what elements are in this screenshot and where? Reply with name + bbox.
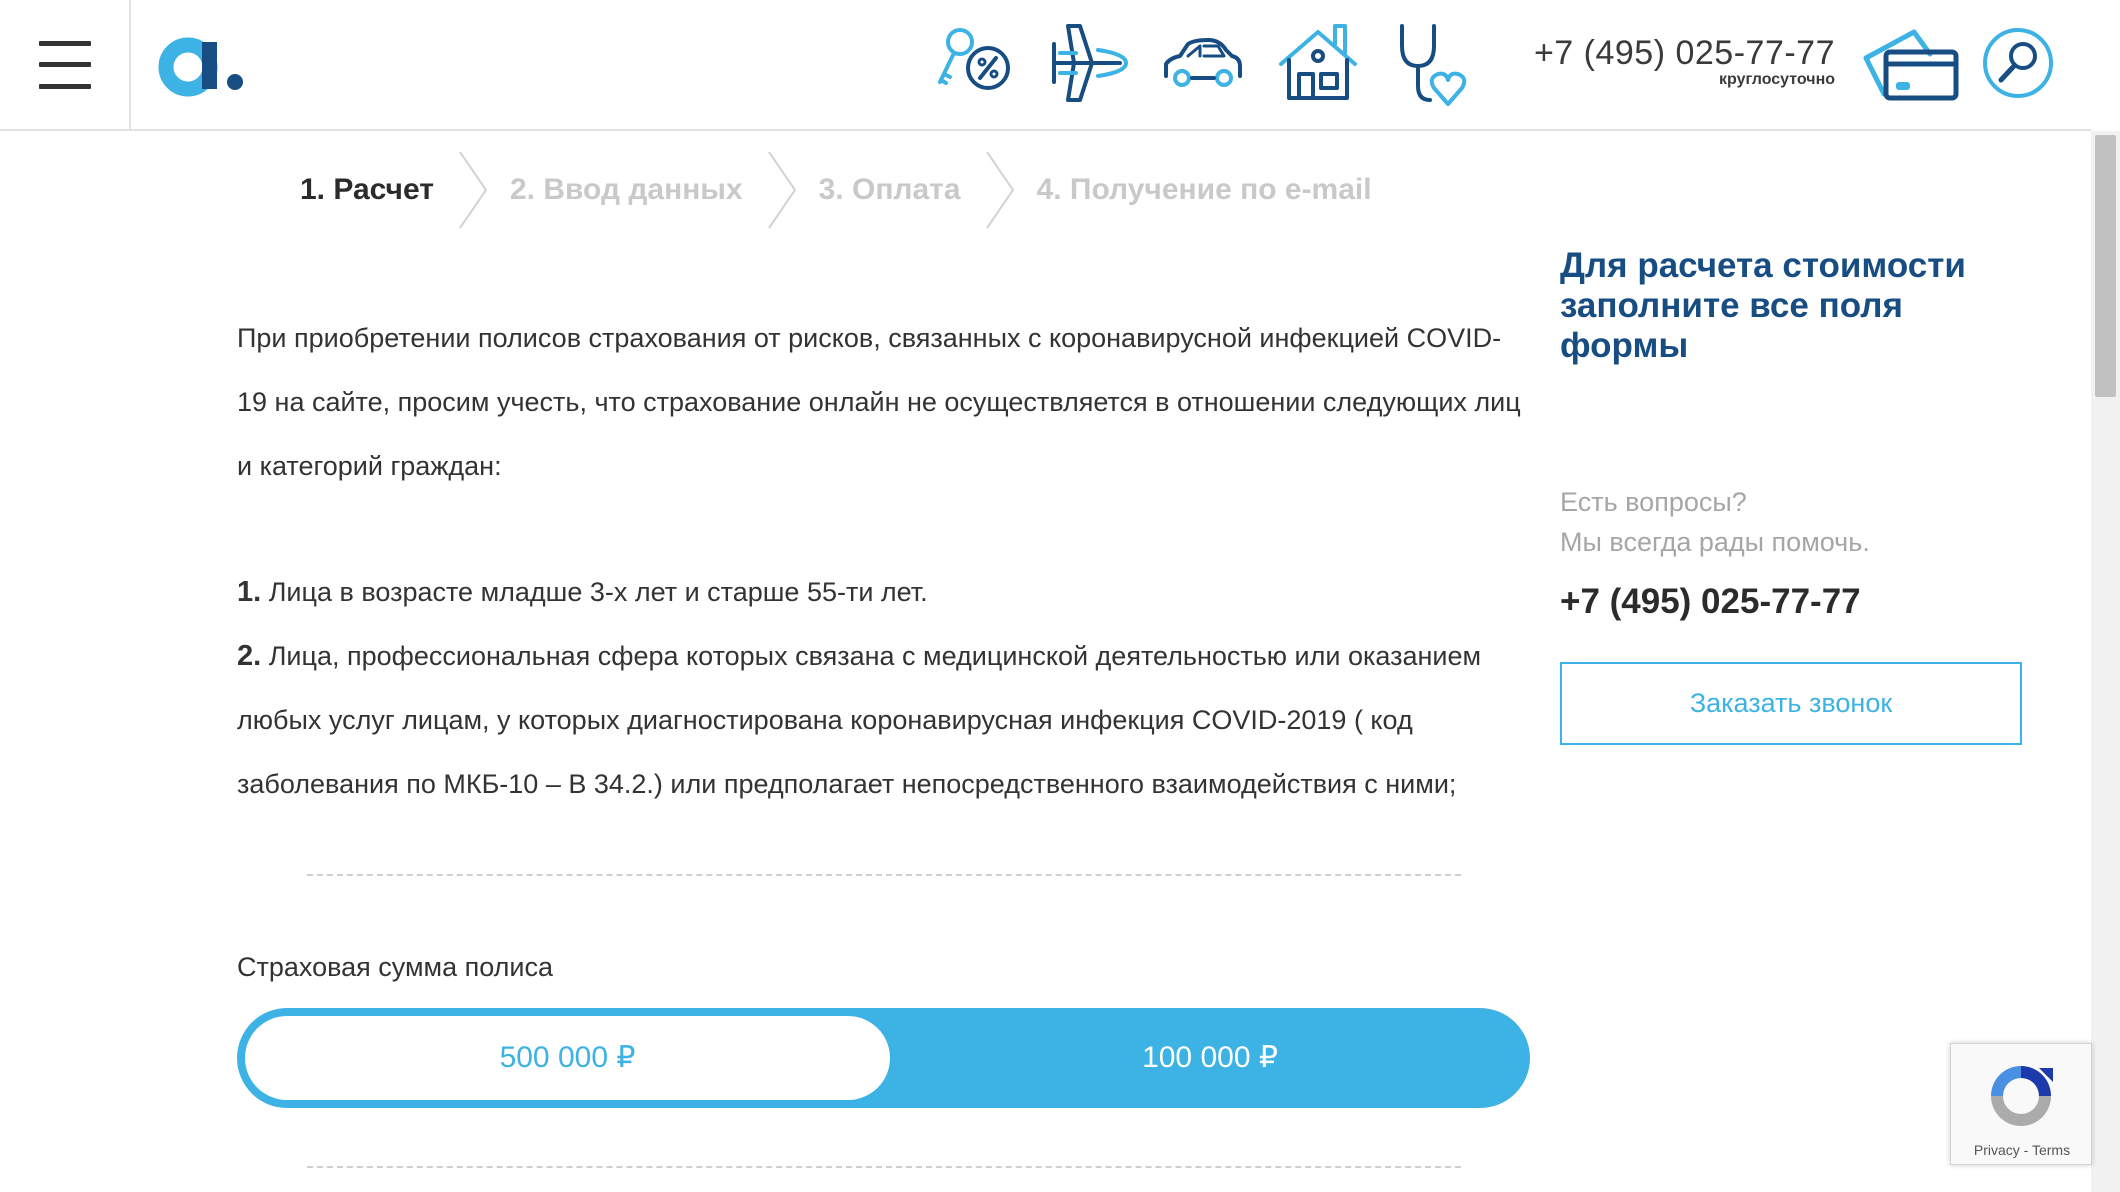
payment-card-icon[interactable] bbox=[1858, 24, 1962, 104]
hamburger-line bbox=[39, 84, 91, 89]
privacy-link[interactable]: Privacy bbox=[1974, 1142, 2020, 1158]
page-scrollbar[interactable] bbox=[2091, 131, 2120, 1192]
step-data-entry: 2. Ввод данных bbox=[509, 173, 743, 206]
plane-icon[interactable] bbox=[1046, 20, 1132, 106]
house-icon[interactable] bbox=[1275, 20, 1361, 106]
covid-intro-text: При приобретении полисов страхования от … bbox=[237, 323, 1521, 481]
restriction-number: 1. bbox=[237, 576, 262, 608]
step-calculation: 1. Расчет bbox=[300, 173, 434, 206]
restriction-text: Лица, профессиональная сфера которых свя… bbox=[237, 641, 1482, 799]
insurance-sum-label: Страховая сумма полиса bbox=[237, 952, 554, 982]
sidebar-phone[interactable]: +7 (495) 025-77-77 bbox=[1560, 582, 1861, 622]
step-email-delivery: 4. Получение по e-mail bbox=[1036, 173, 1372, 206]
section-divider bbox=[307, 1166, 1461, 1168]
terms-link[interactable]: Terms bbox=[2032, 1142, 2070, 1158]
hamburger-line bbox=[39, 41, 91, 46]
hamburger-line bbox=[39, 62, 91, 67]
site-header: +7 (495) 025-77-77 круглосуточно bbox=[0, 0, 2091, 131]
chevron-right-icon bbox=[767, 151, 796, 229]
sidebar-help-text: Есть вопросы? Мы всегда рады помочь. bbox=[1560, 482, 1980, 562]
header-phone-number[interactable]: +7 (495) 025-77-77 bbox=[1500, 34, 1835, 73]
step-payment: 3. Оплата bbox=[818, 173, 961, 206]
magnifier-icon[interactable] bbox=[1981, 26, 2055, 100]
sum-option-500000[interactable]: 500 000 ₽ bbox=[245, 1016, 890, 1100]
chevron-right-icon bbox=[985, 151, 1014, 229]
sidebar-title: Для расчета стоимости заполните все поля… bbox=[1560, 246, 1966, 365]
request-callback-button[interactable]: Заказать звонок bbox=[1560, 662, 2022, 745]
header-phone-note: круглосуточно bbox=[1719, 71, 1835, 88]
restriction-text: Лица в возрасте младше 3-х лет и старше … bbox=[268, 577, 928, 607]
help-subtext: Мы всегда рады помочь. bbox=[1560, 527, 1870, 557]
recaptcha-links: Privacy - Terms bbox=[1951, 1142, 2093, 1158]
sum-option-100000[interactable]: 100 000 ₽ bbox=[890, 1008, 1530, 1108]
brand-logo[interactable] bbox=[158, 30, 248, 100]
restriction-number: 2. bbox=[237, 640, 262, 672]
recaptcha-icon bbox=[1991, 1066, 2053, 1126]
insurance-sum-toggle[interactable]: 500 000 ₽ 100 000 ₽ bbox=[237, 1008, 1530, 1108]
checkout-steps: 1. Расчет 2. Ввод данных 3. Оплата 4. По… bbox=[300, 150, 1372, 230]
restriction-list: 1. Лица в возрасте младше 3-х лет и стар… bbox=[237, 560, 1527, 816]
section-divider bbox=[307, 874, 1461, 876]
header-phone[interactable]: +7 (495) 025-77-77 круглосуточно bbox=[1500, 34, 1835, 89]
hamburger-menu-button[interactable] bbox=[0, 0, 131, 131]
scrollbar-thumb[interactable] bbox=[2095, 135, 2116, 397]
car-icon[interactable] bbox=[1160, 20, 1246, 106]
keys-percent-icon[interactable] bbox=[930, 20, 1016, 106]
link-separator: - bbox=[2019, 1142, 2032, 1158]
restriction-item: 2. Лица, профессиональная сфера которых … bbox=[237, 624, 1527, 816]
recaptcha-badge: Privacy - Terms bbox=[1950, 1043, 2092, 1165]
restriction-item: 1. Лица в возрасте младше 3-х лет и стар… bbox=[237, 560, 1527, 624]
help-question: Есть вопросы? bbox=[1560, 487, 1747, 517]
stethoscope-heart-icon[interactable] bbox=[1390, 20, 1476, 106]
chevron-right-icon bbox=[459, 151, 488, 229]
